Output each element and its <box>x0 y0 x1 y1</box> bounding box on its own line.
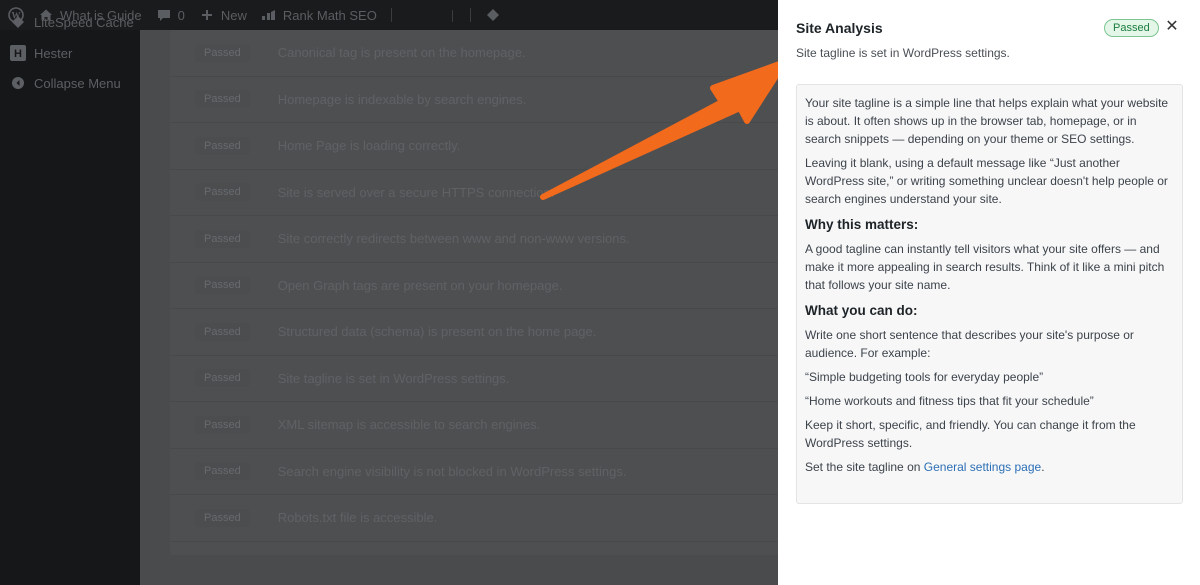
example-text: “Simple budgeting tools for everyday peo… <box>805 370 1044 384</box>
litespeed-toolbar-button[interactable] <box>485 7 501 23</box>
status-badge: Passed <box>195 322 250 341</box>
check-description: Site tagline is set in WordPress setting… <box>277 370 510 386</box>
hester-logo-icon: H <box>10 45 26 61</box>
sidebar-item-collapse[interactable]: Collapse Menu <box>0 68 140 98</box>
intro-paragraph: Leaving it blank, using a default messag… <box>805 156 1168 206</box>
list-item[interactable]: Passed Robots.txt file is accessible. <box>170 495 778 542</box>
status-badge: Passed <box>195 183 250 202</box>
rank-math-icon <box>261 7 277 23</box>
list-item[interactable]: Passed Site tagline is set in WordPress s… <box>170 356 778 402</box>
list-item[interactable]: Passed Structured data (schema) is presen… <box>170 309 778 356</box>
keep-short-paragraph: Keep it short, specific, and friendly. Y… <box>805 418 1136 450</box>
sidebar-item-label: Collapse Menu <box>34 75 121 91</box>
plus-icon <box>199 7 215 23</box>
status-badge: Passed <box>195 43 250 62</box>
comments-count: 0 <box>177 7 185 23</box>
set-tagline-line: Set the site tagline on General settings… <box>805 458 1175 476</box>
status-badge: Passed <box>195 462 250 481</box>
general-settings-link[interactable]: General settings page <box>924 460 1041 474</box>
rank-math-link[interactable]: Rank Math SEO <box>261 7 377 23</box>
example-text: “Home workouts and fitness tips that fit… <box>805 394 1094 408</box>
check-description: Robots.txt file is accessible. <box>277 510 438 526</box>
check-description: Open Graph tags are present on your home… <box>277 277 563 293</box>
check-description: Canonical tag is present on the homepage… <box>277 45 526 61</box>
list-item[interactable]: Passed Homepage is indexable by search en… <box>170 77 778 123</box>
list-item[interactable]: Passed Home Page is loading correctly. <box>170 123 778 170</box>
what-heading: What you can do: <box>805 303 918 318</box>
why-paragraph: A good tagline can instantly tell visito… <box>805 242 1165 292</box>
list-item[interactable]: Passed XML sitemap is accessible to searc… <box>170 402 778 449</box>
check-description: Home Page is loading correctly. <box>277 138 461 154</box>
rank-math-label: Rank Math SEO <box>282 7 377 23</box>
check-description: Structured data (schema) is present on t… <box>277 324 597 340</box>
status-badge: Passed <box>195 229 250 248</box>
check-description: Site is served over a secure HTTPS conne… <box>277 184 555 200</box>
admin-sidebar: LiteSpeed Cache H Hester Collapse Menu <box>0 15 140 585</box>
sidebar-item-hester[interactable]: H Hester <box>0 38 140 68</box>
sidebar-item-label: LiteSpeed Cache <box>34 14 134 30</box>
status-badge: Passed <box>195 90 250 109</box>
set-tagline-prefix: Set the site tagline on <box>805 460 921 474</box>
new-content-link[interactable]: New <box>199 7 247 23</box>
info-box: Your site tagline is a simple line that … <box>796 84 1183 504</box>
check-description: Site correctly redirects between www and… <box>277 231 630 247</box>
status-badge: Passed <box>195 415 250 434</box>
panel-subtitle: Site tagline is set in WordPress setting… <box>796 46 1010 60</box>
what-paragraph: Write one short sentence that describes … <box>805 328 1134 360</box>
why-heading: Why this matters: <box>805 217 919 232</box>
list-item[interactable]: Passed Site correctly redirects between w… <box>170 216 778 263</box>
check-description: XML sitemap is accessible to search engi… <box>277 417 541 433</box>
svg-text:H: H <box>14 48 22 60</box>
list-item[interactable]: Passed Open Graph tags are present on you… <box>170 263 778 309</box>
list-item[interactable]: Passed Site is served over a secure HTTPS… <box>170 170 778 216</box>
close-button[interactable]: ✕ <box>1164 17 1180 37</box>
sidebar-item-label: Hester <box>34 45 73 61</box>
list-item[interactable]: Passed Search engine visibility is not bl… <box>170 449 778 495</box>
seo-score-bar[interactable] <box>390 8 471 22</box>
comment-icon <box>156 7 172 23</box>
status-badge: Passed <box>195 508 250 527</box>
checks-list: Passed Canonical tag is present on the ho… <box>170 30 778 555</box>
comments-link[interactable]: 0 <box>156 7 185 23</box>
diamond-icon <box>10 14 26 30</box>
check-description: Search engine visibility is not blocked … <box>277 463 627 479</box>
set-tagline-suffix: . <box>1041 460 1045 474</box>
status-badge: Passed <box>195 276 250 295</box>
intro-paragraph: Your site tagline is a simple line that … <box>805 96 1169 146</box>
status-badge: Passed <box>1104 19 1159 37</box>
check-description: Homepage is indexable by search engines. <box>277 91 527 107</box>
status-badge: Passed <box>195 369 250 388</box>
new-label: New <box>220 7 247 23</box>
panel-title: Site Analysis <box>796 20 883 36</box>
status-badge: Passed <box>195 136 250 155</box>
list-item[interactable]: Passed Canonical tag is present on the ho… <box>170 30 778 77</box>
collapse-icon <box>10 75 26 91</box>
site-analysis-panel: Site Analysis Passed ✕ Site tagline is s… <box>778 0 1200 585</box>
diamond-icon <box>485 7 501 23</box>
